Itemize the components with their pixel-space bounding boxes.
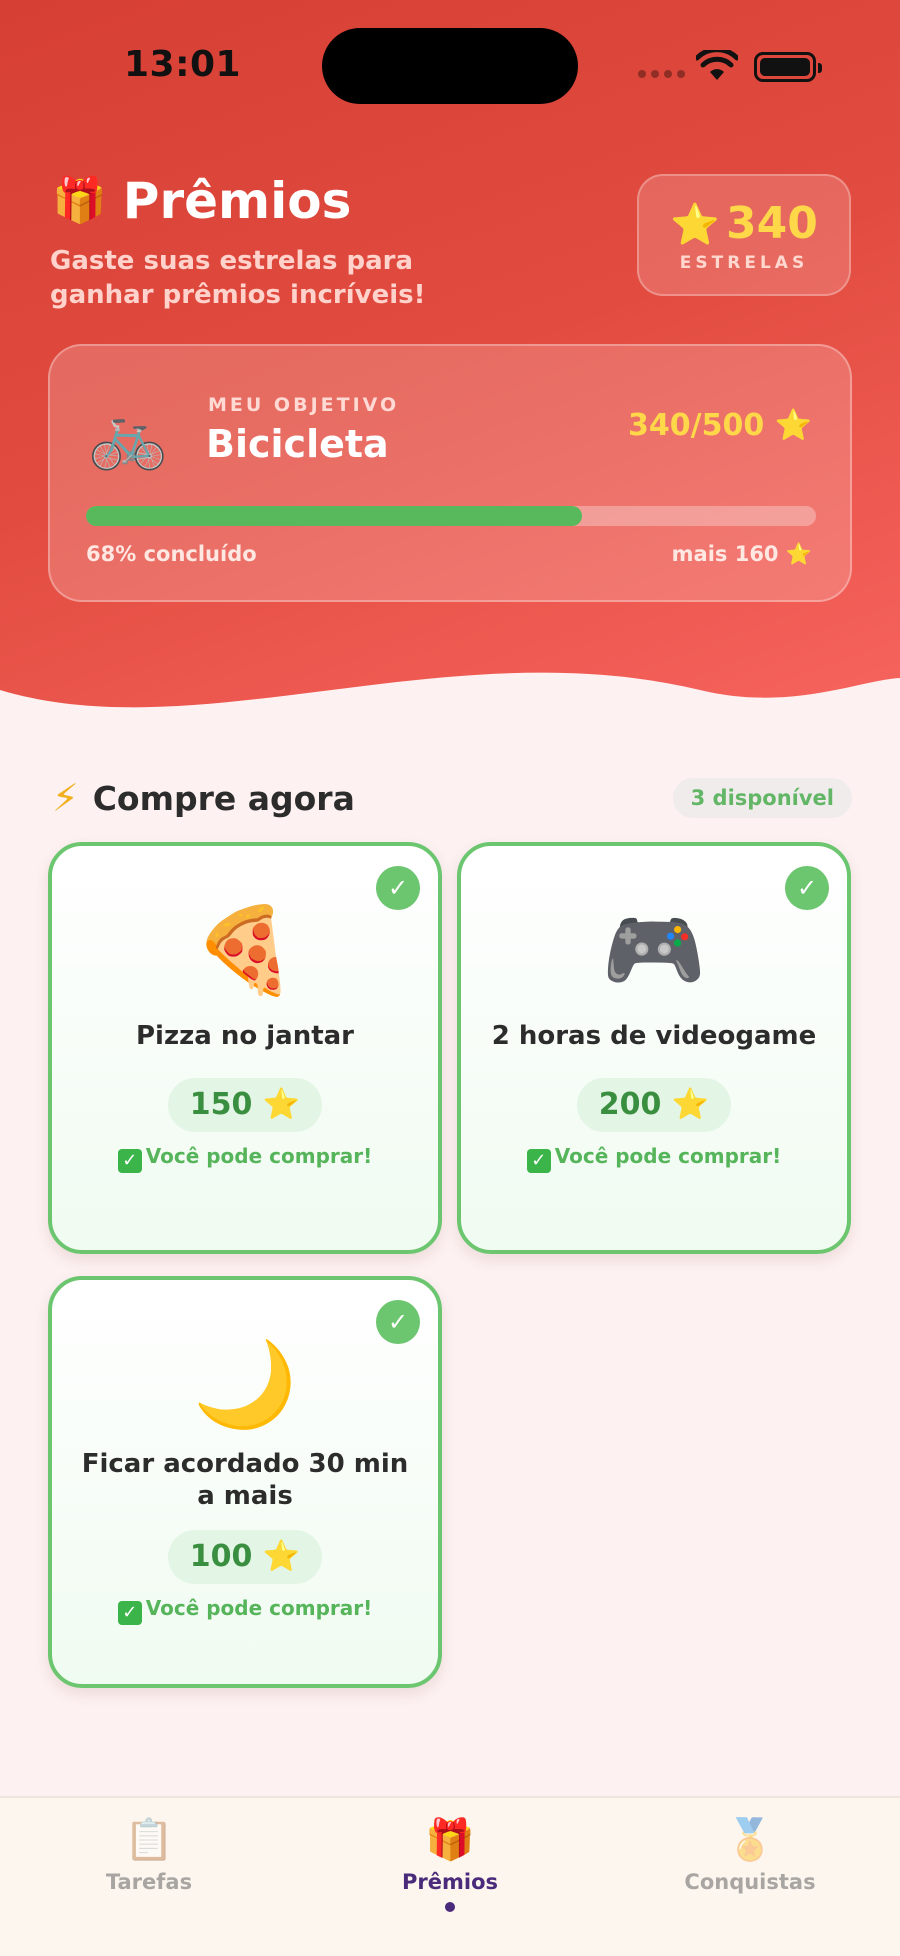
tab-premios[interactable]: 🎁 Prêmios xyxy=(350,1820,550,1912)
reward-card-stay-up[interactable]: ✓ 🌙 Ficar acordado 30 min a mais 100 ⭐ ✓… xyxy=(48,1276,442,1688)
reward-price[interactable]: 150 ⭐ xyxy=(168,1078,322,1132)
moon-icon: 🌙 xyxy=(192,1335,298,1433)
checkbox-icon: ✓ xyxy=(117,1601,142,1625)
section-header: ⚡ Compre agora xyxy=(52,776,355,820)
tab-label: Prêmios xyxy=(402,1870,498,1894)
stars-value: 340 xyxy=(725,198,818,249)
goal-remaining: mais 160 ⭐ xyxy=(671,542,812,566)
reward-name: Pizza no jantar xyxy=(135,1021,355,1051)
reward-name: Ficar acordado 30 min a mais xyxy=(81,1449,409,1511)
reward-status: ✓ Você pode comprar! xyxy=(52,1144,438,1173)
check-icon: ✓ xyxy=(785,866,829,910)
section-title: Compre agora xyxy=(92,778,355,818)
page-title: Prêmios xyxy=(122,172,352,230)
check-icon: ✓ xyxy=(376,866,420,910)
goal-percent: 68% concluído xyxy=(86,542,257,566)
reward-status: ✓ Você pode comprar! xyxy=(52,1596,438,1625)
bicycle-icon: 🚲 xyxy=(88,399,168,473)
reward-price[interactable]: 100 ⭐ xyxy=(168,1530,322,1584)
goal-kicker: MEU OBJETIVO xyxy=(208,394,400,416)
reward-card-videogame[interactable]: ✓ 🎮 2 horas de videogame 200 ⭐ ✓ Você pod… xyxy=(457,842,851,1254)
battery-icon xyxy=(754,52,822,82)
star-icon: ⭐ xyxy=(670,202,720,248)
tab-bar: 📋 Tarefas 🎁 Prêmios 🏅 Conquistas xyxy=(0,1796,900,1956)
header-wave xyxy=(0,672,900,730)
clipboard-icon: 📋 xyxy=(124,1817,174,1863)
reward-status-text: Você pode comprar! xyxy=(145,1596,373,1620)
tab-label: Conquistas xyxy=(684,1870,816,1894)
tab-tarefas[interactable]: 📋 Tarefas xyxy=(49,1820,249,1894)
status-time: 13:01 xyxy=(124,44,242,85)
goal-progress-fill xyxy=(86,506,583,526)
gift-icon: 🎁 xyxy=(52,175,107,226)
goal-progress-bar xyxy=(86,506,816,526)
tab-label: Tarefas xyxy=(105,1870,193,1894)
checkbox-icon: ✓ xyxy=(526,1149,551,1173)
page-subtitle: Gaste suas estrelas para ganhar prêmios … xyxy=(50,246,426,310)
goal-progress-text: 340/500 ⭐ xyxy=(628,408,812,443)
check-icon: ✓ xyxy=(376,1300,420,1344)
active-indicator xyxy=(445,1902,455,1912)
stars-label: ESTRELAS xyxy=(679,253,809,273)
reward-status: ✓ Você pode comprar! xyxy=(461,1144,847,1173)
tab-conquistas[interactable]: 🏅 Conquistas xyxy=(650,1820,850,1894)
lightning-icon: ⚡ xyxy=(52,776,79,820)
gamepad-icon: 🎮 xyxy=(601,901,707,999)
available-count-badge: 3 disponível xyxy=(672,778,852,818)
reward-name: 2 horas de videogame xyxy=(491,1021,817,1051)
reward-status-text: Você pode comprar! xyxy=(554,1144,782,1168)
reward-price[interactable]: 200 ⭐ xyxy=(577,1078,731,1132)
reward-card-pizza[interactable]: ✓ 🍕 Pizza no jantar 150 ⭐ ✓ Você pode com… xyxy=(48,842,442,1254)
dynamic-island xyxy=(322,28,578,104)
checkbox-icon: ✓ xyxy=(117,1149,142,1173)
wifi-icon xyxy=(696,50,738,80)
pizza-icon: 🍕 xyxy=(192,901,298,999)
stars-balance-badge: ⭐ 340 ESTRELAS xyxy=(637,174,851,296)
goal-card[interactable]: 🚲 MEU OBJETIVO Bicicleta 340/500 ⭐ 68% c… xyxy=(48,344,852,602)
page-header: 🎁 Prêmios xyxy=(52,172,351,230)
reward-status-text: Você pode comprar! xyxy=(145,1144,373,1168)
gift-icon: 🎁 xyxy=(425,1817,475,1863)
medal-icon: 🏅 xyxy=(725,1817,775,1863)
goal-name: Bicicleta xyxy=(206,422,389,466)
signal-icon xyxy=(638,70,685,78)
